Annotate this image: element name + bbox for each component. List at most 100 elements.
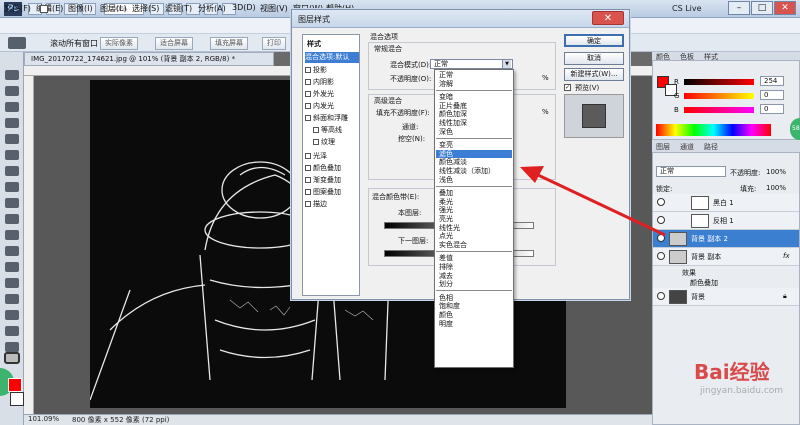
history-brush-tool-icon[interactable]: [5, 214, 19, 224]
scroll-all-windows-checkbox[interactable]: [40, 5, 48, 13]
shape-tool-icon[interactable]: [5, 342, 19, 352]
layer-row-bg-copy[interactable]: 背景 副本 fx: [653, 248, 799, 266]
new-style-button[interactable]: 新建样式(W)...: [564, 68, 624, 81]
opacity-percent: %: [542, 74, 549, 82]
layer-thumbnail: [669, 250, 687, 264]
tab-channels[interactable]: 通道: [680, 142, 694, 152]
menu-layer[interactable]: 图层(L): [100, 3, 127, 14]
ok-button[interactable]: 确定: [564, 34, 624, 47]
menu-3d[interactable]: 3D(D): [232, 3, 256, 12]
dodge-tool-icon[interactable]: [5, 278, 19, 288]
menu-analysis[interactable]: 分析(A): [198, 3, 226, 14]
blend-mode-option[interactable]: 饱和度: [436, 302, 512, 310]
style-item-outer-glow[interactable]: 外发光: [305, 89, 359, 100]
r-value[interactable]: 254: [760, 76, 784, 86]
tool-preset-icon[interactable]: [8, 37, 26, 49]
blend-mode-option[interactable]: 色相: [436, 294, 512, 302]
eyedropper-tool-icon[interactable]: [5, 150, 19, 160]
color-ramp[interactable]: [656, 124, 771, 136]
fill-opacity-label: 填充不透明度(F):: [376, 109, 430, 117]
menu-filter[interactable]: 滤镜(T): [165, 3, 192, 14]
blend-mode-option[interactable]: 明度: [436, 320, 512, 328]
blend-mode-option[interactable]: 变暗: [436, 93, 512, 101]
window-close-button[interactable]: ✕: [774, 1, 796, 15]
layer-opacity-value[interactable]: 100%: [766, 168, 786, 176]
blend-mode-option[interactable]: 变亮: [436, 141, 512, 149]
zoom-status[interactable]: 101.09%: [28, 415, 59, 423]
fill-screen-button[interactable]: 填充屏幕: [210, 37, 248, 50]
color-overlay-effect-label[interactable]: 颜色叠加: [690, 278, 718, 288]
blend-mode-option[interactable]: 颜色: [436, 311, 512, 319]
path-select-tool-icon[interactable]: [5, 326, 19, 336]
style-item-drop-shadow[interactable]: 投影: [305, 65, 359, 76]
blend-mode-option[interactable]: 差值: [436, 254, 512, 262]
style-item-pattern-overlay[interactable]: 图案叠加: [305, 187, 359, 198]
blend-mode-option[interactable]: 深色: [436, 128, 512, 136]
marquee-tool-icon[interactable]: [5, 86, 19, 96]
style-item-satin[interactable]: 光泽: [305, 151, 359, 162]
clone-stamp-tool-icon[interactable]: [5, 198, 19, 208]
r-slider[interactable]: [684, 79, 754, 85]
fit-screen-button[interactable]: 适合屏幕: [155, 37, 193, 50]
lasso-tool-icon[interactable]: [5, 102, 19, 112]
actual-pixels-button[interactable]: 实际像素: [100, 37, 138, 50]
style-item-texture[interactable]: 纹理: [313, 137, 359, 148]
blend-mode-option[interactable]: 颜色加深: [436, 110, 512, 118]
fx-icon[interactable]: fx: [783, 252, 790, 260]
document-tab[interactable]: IMG_20170722_174621.jpg @ 101% (背景 副本 2,…: [24, 52, 274, 66]
cs-live-button[interactable]: CS Live: [672, 3, 702, 15]
window-minimize-button[interactable]: –: [728, 1, 750, 15]
background-color-swatch[interactable]: [10, 392, 24, 406]
blend-mode-option[interactable]: 正片叠底: [436, 102, 512, 110]
dialog-close-button[interactable]: ✕: [592, 11, 624, 25]
fill-percent: %: [542, 108, 549, 116]
style-item-gradient-overlay[interactable]: 渐变叠加: [305, 175, 359, 186]
styles-header[interactable]: 样式: [307, 39, 321, 49]
blend-mode-option[interactable]: 正常: [436, 71, 512, 79]
style-item-color-overlay[interactable]: 颜色叠加: [305, 163, 359, 174]
blend-mode-option[interactable]: 溶解: [436, 80, 512, 88]
quick-select-tool-icon[interactable]: [5, 118, 19, 128]
blend-mode-option[interactable]: 减去: [436, 272, 512, 280]
b-value[interactable]: 0: [760, 104, 784, 114]
fill-value[interactable]: 100%: [766, 184, 786, 192]
print-size-button[interactable]: 打印: [262, 37, 286, 50]
layer-row-background[interactable]: 背景 🔒︎: [653, 288, 799, 306]
baidu-watermark-url: jingyan.baidu.com: [700, 386, 784, 396]
type-tool-icon[interactable]: [5, 310, 19, 320]
style-item-inner-shadow[interactable]: 内阴影: [305, 77, 359, 88]
menu-image[interactable]: 图像(I): [68, 3, 93, 14]
blend-mode-option[interactable]: 排除: [436, 263, 512, 271]
move-tool-icon[interactable]: [5, 70, 19, 80]
blur-tool-icon[interactable]: [5, 262, 19, 272]
preview-checkbox[interactable]: ✓: [564, 84, 571, 91]
menu-view[interactable]: 视图(V): [260, 3, 288, 14]
blend-mode-option[interactable]: 划分: [436, 280, 512, 288]
pen-tool-icon[interactable]: [5, 294, 19, 304]
g-value[interactable]: 0: [760, 90, 784, 100]
g-slider[interactable]: [684, 93, 754, 99]
eye-icon[interactable]: [657, 292, 665, 300]
crop-tool-icon[interactable]: [5, 134, 19, 144]
healing-brush-tool-icon[interactable]: [5, 166, 19, 176]
tab-paths[interactable]: 路径: [704, 142, 718, 152]
style-item-inner-glow[interactable]: 内发光: [305, 101, 359, 112]
foreground-color-swatch[interactable]: [8, 378, 22, 392]
blend-mode-select[interactable]: 正常: [430, 59, 513, 69]
blend-mode-option[interactable]: 线性加深: [436, 119, 512, 127]
menu-file[interactable]: 文件(F): [4, 3, 31, 14]
style-item-bevel-emboss[interactable]: 斜面和浮雕: [305, 113, 359, 124]
cancel-button[interactable]: 取消: [564, 52, 624, 65]
window-maximize-button[interactable]: □: [751, 1, 773, 15]
brush-tool-icon[interactable]: [5, 182, 19, 192]
zoom-tool-icon[interactable]: [4, 352, 20, 364]
menu-select[interactable]: 选择(S): [132, 3, 159, 14]
style-item-stroke[interactable]: 描边: [305, 199, 359, 210]
chevron-down-icon[interactable]: ▼: [502, 60, 511, 68]
b-slider[interactable]: [684, 107, 754, 113]
eye-icon[interactable]: [657, 252, 665, 260]
eraser-tool-icon[interactable]: [5, 230, 19, 240]
gradient-tool-icon[interactable]: [5, 246, 19, 256]
style-item-blending-options[interactable]: 混合选项:默认: [305, 52, 359, 63]
style-item-contour[interactable]: 等高线: [313, 125, 359, 136]
